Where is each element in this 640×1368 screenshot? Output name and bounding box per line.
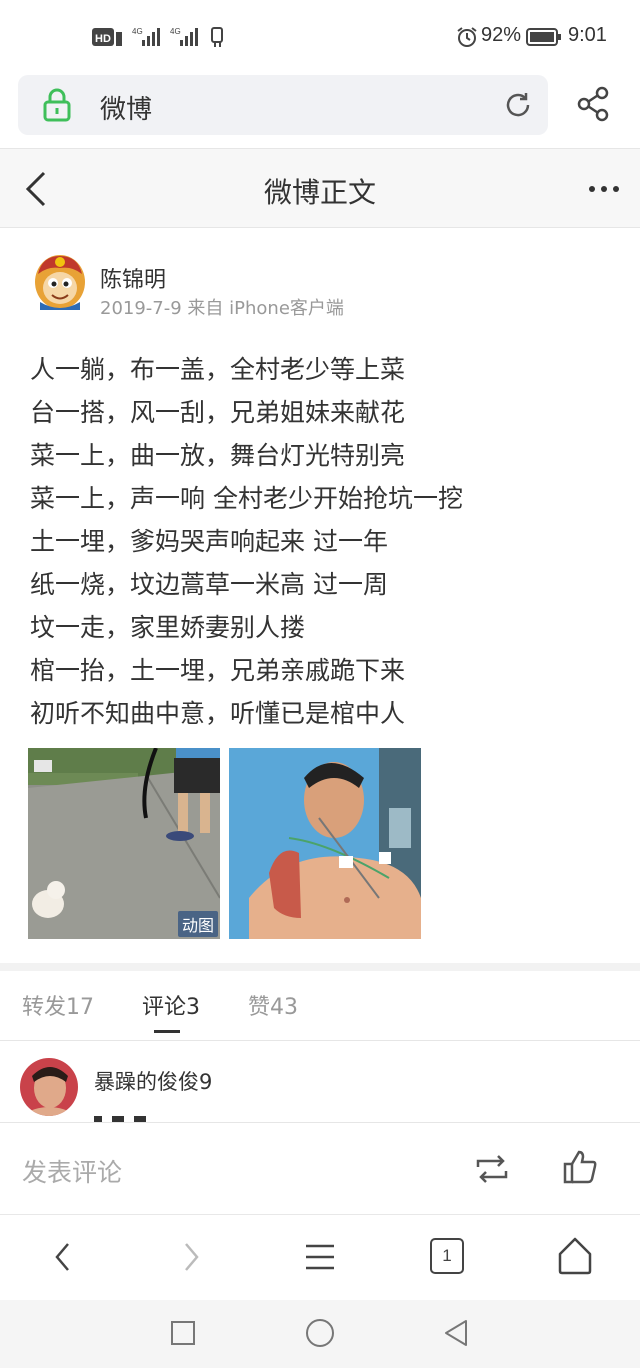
post-image[interactable] bbox=[229, 748, 421, 939]
tabs-button[interactable]: 1 bbox=[430, 1238, 464, 1274]
tab-count: 1 bbox=[442, 1246, 452, 1265]
url-text: 微博 bbox=[100, 95, 153, 125]
system-home-icon[interactable] bbox=[305, 1318, 335, 1348]
recents-icon[interactable] bbox=[170, 1320, 196, 1346]
post-line: 坟一走，家里娇妻别人搂 bbox=[30, 613, 306, 642]
browser-forward-icon[interactable] bbox=[182, 1242, 200, 1272]
refresh-icon[interactable] bbox=[502, 89, 534, 121]
system-navigation-bar bbox=[0, 1300, 640, 1368]
post-line: 纸一烧，坟边蒿草一米高 过一周 bbox=[30, 570, 388, 599]
post-text: 人一躺，布一盖，全村老少等上菜 台一搭，风一刮，兄弟姐妹来献花 菜一上，曲一放，… bbox=[30, 348, 620, 735]
home-icon[interactable] bbox=[556, 1237, 594, 1275]
comment-list: 暴躁的俊俊9 bbox=[0, 1042, 640, 1122]
post-line: 菜一上，声一响 全村老少开始抢坑一挖 bbox=[30, 484, 463, 513]
author-avatar[interactable] bbox=[32, 252, 88, 312]
svg-text:4G: 4G bbox=[132, 27, 143, 36]
page-header: 微博正文 bbox=[0, 148, 640, 228]
clock: 9:01 bbox=[568, 24, 607, 46]
post-line: 人一躺，布一盖，全村老少等上菜 bbox=[30, 355, 406, 384]
tab-reposts[interactable]: 转发17 bbox=[22, 989, 94, 1021]
post-image-gif[interactable]: 动图 bbox=[28, 748, 220, 939]
commenter-avatar[interactable] bbox=[20, 1058, 78, 1116]
browser-back-icon[interactable] bbox=[54, 1242, 72, 1272]
svg-text:4G: 4G bbox=[170, 27, 181, 36]
active-tab-indicator bbox=[154, 1030, 180, 1033]
signal-icons: HD 4G 4G bbox=[92, 27, 223, 47]
more-icon[interactable] bbox=[588, 185, 620, 193]
post-line: 菜一上，曲一放，舞台灯光特别亮 bbox=[30, 441, 406, 470]
post-line: 土一埋，爹妈哭声响起来 过一年 bbox=[30, 527, 388, 556]
browser-toolbar: 1 bbox=[0, 1214, 640, 1300]
browser-address-area: 微博 bbox=[0, 72, 640, 148]
section-divider bbox=[0, 963, 640, 971]
tab-comments[interactable]: 评论3 bbox=[142, 989, 200, 1021]
author-name[interactable]: 陈锦明 bbox=[100, 262, 166, 294]
weibo-post: 陈锦明 2019-7-9 来自 iPhone客户端 人一躺，布一盖，全村老少等上… bbox=[0, 228, 640, 963]
lock-icon bbox=[43, 88, 71, 122]
url-bar[interactable]: 微博 bbox=[18, 75, 548, 135]
alarm-icon bbox=[457, 27, 477, 47]
comment-input[interactable]: 发表评论 bbox=[22, 1153, 122, 1189]
tab-likes[interactable]: 赞43 bbox=[248, 989, 298, 1021]
post-line: 初听不知曲中意，听懂已是棺中人 bbox=[30, 699, 406, 728]
post-meta: 2019-7-9 来自 iPhone客户端 bbox=[100, 298, 344, 319]
menu-icon[interactable] bbox=[304, 1243, 336, 1271]
gif-badge: 动图 bbox=[177, 911, 218, 937]
post-line: 台一搭，风一刮，兄弟姐妹来献花 bbox=[30, 398, 406, 427]
interaction-tabs: 转发17 评论3 赞43 bbox=[0, 971, 640, 1041]
system-back-icon[interactable] bbox=[442, 1318, 470, 1348]
comment-bar: 发表评论 bbox=[0, 1122, 640, 1214]
repost-icon[interactable] bbox=[474, 1153, 510, 1185]
commenter-name[interactable]: 暴躁的俊俊9 bbox=[94, 1066, 212, 1096]
page-title: 微博正文 bbox=[263, 176, 376, 209]
status-bar: HD 4G 4G 92% 9:01 bbox=[0, 0, 640, 72]
battery-percent: 92% bbox=[481, 24, 522, 46]
svg-text:HD: HD bbox=[95, 33, 111, 45]
like-icon[interactable] bbox=[562, 1149, 598, 1185]
battery-icon bbox=[526, 28, 561, 46]
post-line: 棺一抬，土一埋，兄弟亲戚跪下来 bbox=[30, 656, 406, 685]
share-icon[interactable] bbox=[576, 86, 610, 122]
